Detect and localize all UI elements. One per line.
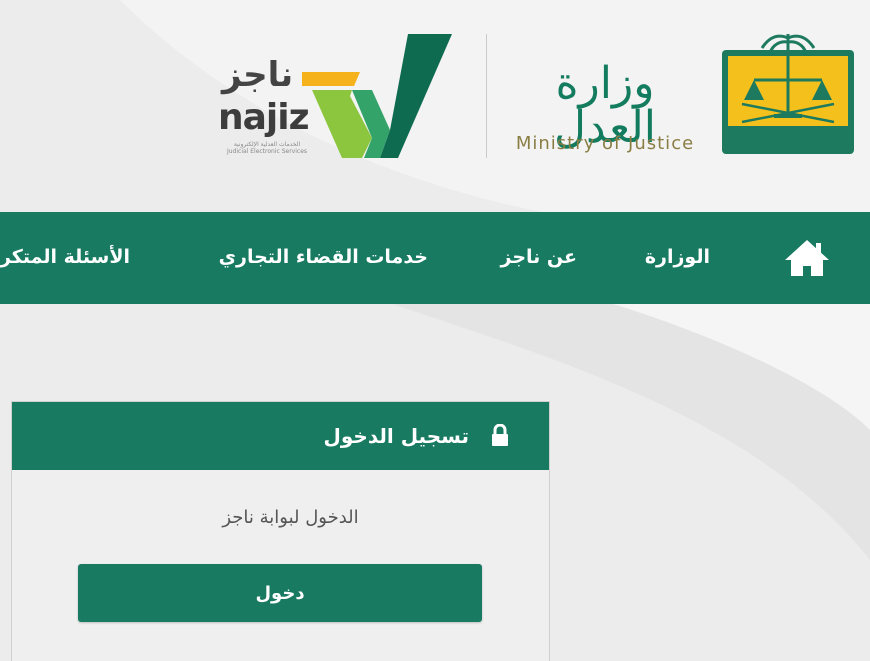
najiz-logo-latin: najiz [218,97,310,138]
nav-item-commercial-judiciary[interactable]: خدمات القضاء التجاري [219,242,428,272]
login-card-title: تسجيل الدخول [323,424,469,448]
login-card-header: تسجيل الدخول [12,402,549,470]
moj-emblem-icon [722,34,854,154]
najiz-check-mark-icon [302,34,452,158]
nav-item-about-najiz[interactable]: عن ناجز [501,242,577,272]
login-description: الدخول لبوابة ناجز [222,507,359,528]
moj-logo-english: Ministry of Justice [515,133,695,154]
najiz-logo-arabic: ناجز [222,55,294,95]
nav-item-faq[interactable]: الأسئلة المتكررة [0,242,130,272]
login-card: تسجيل الدخول الدخول لبوابة ناجز دخول [11,401,550,661]
home-icon[interactable] [783,238,831,278]
main-nav: الوزارة عن ناجز خدمات القضاء التجاري الأ… [0,212,870,304]
header-divider [486,34,487,158]
lock-icon [492,424,508,446]
nav-item-ministry[interactable]: الوزارة [645,242,710,272]
login-button[interactable]: دخول [78,564,482,622]
site-header: ناجز najiz الخدمات العدلية الإلكترونية J… [0,0,870,212]
